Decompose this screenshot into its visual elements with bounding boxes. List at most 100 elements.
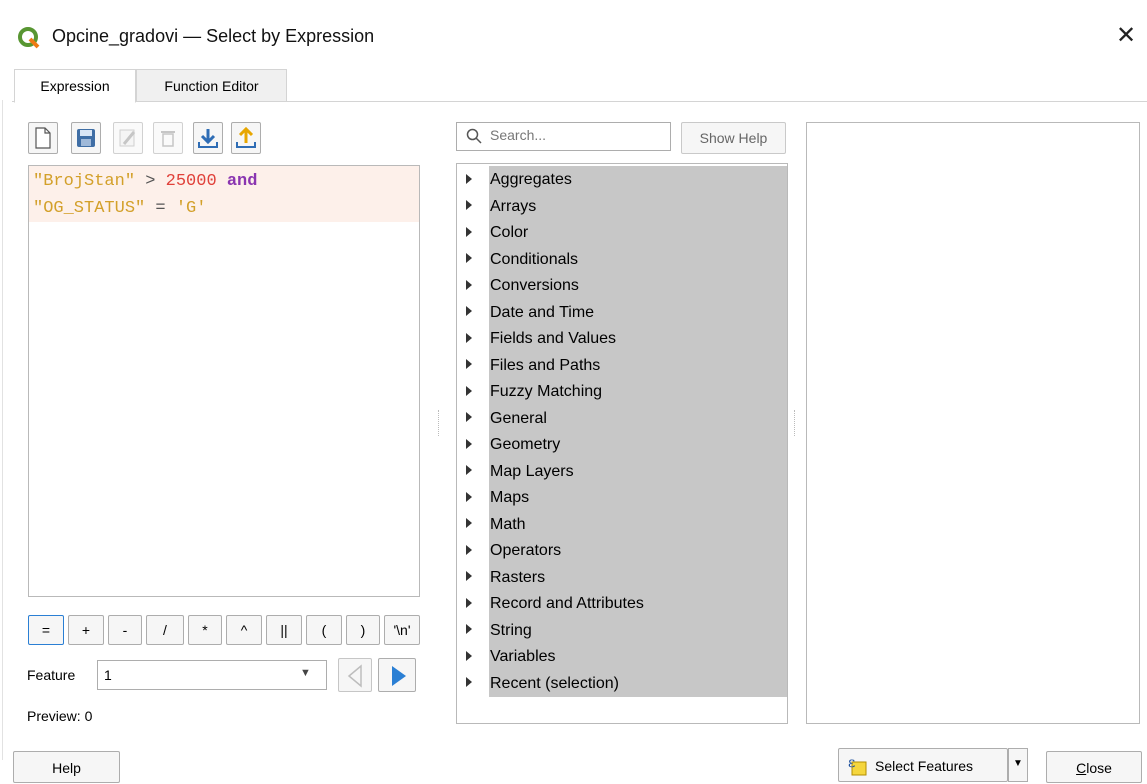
feature-combo[interactable] xyxy=(97,660,327,690)
help-button[interactable]: Help xyxy=(13,751,120,783)
next-feature-button[interactable] xyxy=(378,658,416,692)
save-icon xyxy=(77,129,95,147)
help-panel xyxy=(806,122,1140,724)
function-group-maps[interactable]: Maps xyxy=(466,485,786,512)
group-label: Color xyxy=(490,224,529,241)
operator-token: = xyxy=(145,199,176,218)
expand-arrow-icon xyxy=(466,571,472,582)
operator-close-paren-button[interactable]: ) xyxy=(346,615,380,645)
search-input[interactable] xyxy=(456,122,671,151)
search-icon xyxy=(466,128,482,144)
function-group-conditionals[interactable]: Conditionals xyxy=(466,247,786,274)
group-label: Files and Paths xyxy=(490,356,601,374)
import-expression-button[interactable] xyxy=(193,122,223,154)
arrow-left-icon xyxy=(347,664,362,688)
expand-arrow-icon xyxy=(466,491,472,502)
operator-plus-button[interactable]: + xyxy=(68,615,104,645)
previous-feature-button[interactable] xyxy=(338,658,372,692)
expression-line-1: "BrojStan" > 25000 and xyxy=(33,172,257,191)
expand-arrow-icon xyxy=(466,438,472,449)
function-group-fields-and-values[interactable]: Fields and Values xyxy=(466,326,786,353)
function-group-general[interactable]: General xyxy=(466,406,786,433)
function-group-date-and-time[interactable]: Date and Time xyxy=(466,300,786,327)
group-label: Fields and Values xyxy=(490,330,616,347)
tab-function-editor[interactable]: Function Editor xyxy=(136,69,287,102)
function-group-record-and-attributes[interactable]: Record and Attributes xyxy=(466,591,786,618)
function-group-aggregates[interactable]: Aggregates xyxy=(466,167,786,194)
expand-arrow-icon xyxy=(466,173,472,184)
function-group-operators[interactable]: Operators xyxy=(466,538,786,565)
function-group-math[interactable]: Math xyxy=(466,512,786,539)
operator-newline-button[interactable]: '\n' xyxy=(384,615,420,645)
group-label: Record and Attributes xyxy=(490,595,644,612)
group-label: Math xyxy=(490,515,526,533)
group-label: Conversions xyxy=(490,277,579,294)
function-group-color[interactable]: Color xyxy=(466,220,786,247)
function-group-conversions[interactable]: Conversions xyxy=(466,273,786,300)
group-label: Fuzzy Matching xyxy=(490,383,603,400)
svg-text:ε: ε xyxy=(848,755,855,771)
edit-icon xyxy=(119,129,136,147)
window-close-icon[interactable]: ✕ xyxy=(1112,22,1140,50)
function-group-files-and-paths[interactable]: Files and Paths xyxy=(466,353,786,380)
expand-arrow-icon xyxy=(466,412,472,423)
preview-text: Preview: 0 xyxy=(27,708,93,724)
export-expression-button[interactable] xyxy=(231,122,261,154)
delete-expression-button[interactable] xyxy=(153,122,183,154)
window-title: Opcine_gradovi — Select by Expression xyxy=(52,26,375,46)
chevron-down-icon: ▼ xyxy=(300,667,311,679)
search-placeholder: Search... xyxy=(490,127,547,143)
group-label: Recent (selection) xyxy=(490,674,619,692)
new-expression-button[interactable] xyxy=(28,122,58,154)
feature-value: 1 xyxy=(104,667,112,683)
group-label: Maps xyxy=(490,489,530,506)
group-label: Rasters xyxy=(490,568,546,586)
operator-equals-button[interactable]: = xyxy=(28,615,64,645)
arrow-right-icon xyxy=(392,666,406,686)
function-group-map-layers[interactable]: Map Layers xyxy=(466,459,786,486)
group-label: Aggregates xyxy=(490,171,572,188)
expand-arrow-icon xyxy=(466,624,472,635)
operator-minus-button[interactable]: - xyxy=(108,615,142,645)
function-group-arrays[interactable]: Arrays xyxy=(466,194,786,221)
function-group-string[interactable]: String xyxy=(466,618,786,645)
splitter-handle[interactable] xyxy=(794,410,796,436)
expand-arrow-icon xyxy=(466,253,472,264)
expand-arrow-icon xyxy=(466,465,472,476)
function-group-rasters[interactable]: Rasters xyxy=(466,565,786,592)
operator-multiply-button[interactable]: * xyxy=(188,615,222,645)
group-label: Operators xyxy=(490,542,562,559)
show-help-button[interactable]: Show Help xyxy=(681,122,786,154)
expand-arrow-icon xyxy=(466,306,472,317)
function-group-variables[interactable]: Variables xyxy=(466,644,786,671)
keyword-token: and xyxy=(216,172,258,191)
field-token: "BrojStan" xyxy=(33,172,136,191)
group-label: General xyxy=(490,409,547,427)
tab-expression[interactable]: Expression xyxy=(14,69,136,103)
function-group-recent-selection[interactable]: Recent (selection) xyxy=(466,671,786,698)
close-button[interactable]: Close xyxy=(1046,751,1142,783)
string-token: 'G' xyxy=(175,199,207,218)
operator-token: > xyxy=(135,172,166,191)
function-group-fuzzy-matching[interactable]: Fuzzy Matching xyxy=(466,379,786,406)
save-expression-button[interactable] xyxy=(71,122,101,154)
group-label: Variables xyxy=(490,648,556,665)
expand-arrow-icon xyxy=(466,518,472,529)
expression-editor[interactable] xyxy=(28,165,420,597)
operator-concat-button[interactable]: || xyxy=(266,615,302,645)
expand-arrow-icon xyxy=(466,359,472,370)
operator-divide-button[interactable]: / xyxy=(146,615,184,645)
group-label: Geometry xyxy=(490,436,561,453)
new-file-icon xyxy=(35,127,51,149)
export-icon xyxy=(236,127,256,148)
splitter-handle[interactable] xyxy=(438,410,440,436)
expand-arrow-icon xyxy=(466,677,472,688)
edit-expression-button[interactable] xyxy=(113,122,143,154)
operator-open-paren-button[interactable]: ( xyxy=(306,615,342,645)
delete-icon xyxy=(161,131,175,147)
function-group-geometry[interactable]: Geometry xyxy=(466,432,786,459)
chevron-down-icon[interactable]: ▼ xyxy=(1008,748,1028,782)
field-token: "OG_STATUS" xyxy=(33,199,146,218)
operator-power-button[interactable]: ^ xyxy=(226,615,262,645)
feature-label: Feature xyxy=(27,667,76,683)
